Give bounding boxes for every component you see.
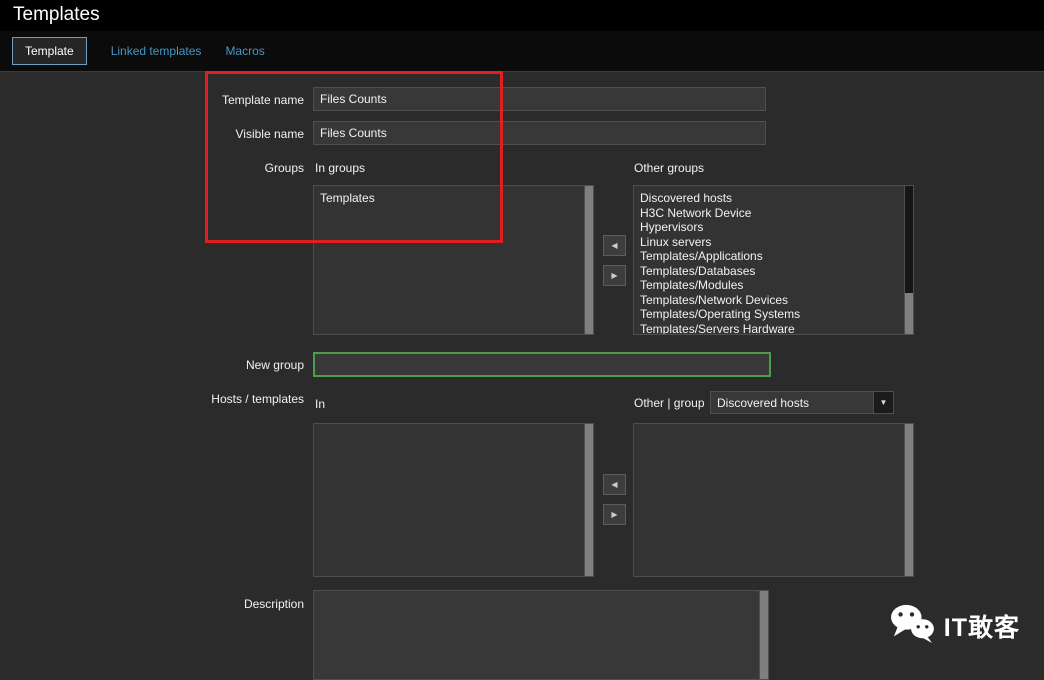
hosts-other-items [634, 424, 904, 576]
hosts-other-listbox[interactable] [633, 423, 914, 577]
hosts-in-items [314, 424, 584, 576]
description-textarea[interactable] [313, 590, 769, 680]
scrollbar-thumb[interactable] [905, 186, 913, 293]
hosts-other-group-label: Other | group [634, 396, 705, 410]
list-item[interactable]: Discovered hosts [640, 191, 898, 206]
list-item[interactable]: Linux servers [640, 235, 898, 250]
other-groups-label: Other groups [634, 161, 705, 175]
group-select-value: Discovered hosts [717, 395, 810, 410]
right-arrow-icon: ▶ [611, 510, 618, 519]
in-groups-items: Templates [314, 186, 584, 334]
tab-template[interactable]: Template [12, 37, 87, 65]
watermark: IT敢客 [889, 603, 1020, 648]
tab-macros[interactable]: Macros [225, 44, 264, 58]
tab-linked-templates[interactable]: Linked templates [111, 44, 202, 58]
groups-label: Groups [264, 161, 304, 175]
list-item[interactable]: H3C Network Device [640, 206, 898, 221]
hosts-move-right-button[interactable]: ▶ [603, 504, 626, 525]
other-groups-scrollbar[interactable] [904, 186, 913, 334]
description-label: Description [243, 597, 304, 611]
hosts-move-left-button[interactable]: ◀ [603, 474, 626, 495]
left-arrow-icon: ◀ [611, 480, 618, 489]
wechat-icon [889, 603, 935, 648]
list-item[interactable]: Templates/Servers Hardware [640, 322, 898, 335]
list-item[interactable]: Templates/Operating Systems [640, 307, 898, 322]
in-groups-label: In groups [315, 161, 366, 175]
in-groups-listbox[interactable]: Templates [313, 185, 594, 335]
left-arrow-icon: ◀ [611, 241, 618, 250]
list-item[interactable]: Templates/Modules [640, 278, 898, 293]
list-item[interactable]: Templates/Databases [640, 264, 898, 279]
groups-move-right-button[interactable]: ▶ [603, 265, 626, 286]
in-groups-scrollbar[interactable] [584, 186, 593, 334]
list-item[interactable]: Templates/Network Devices [640, 293, 898, 308]
hosts-other-scrollbar[interactable] [904, 424, 913, 576]
watermark-text: IT敢客 [943, 613, 1020, 642]
page-title: Templates [13, 4, 100, 25]
list-item[interactable]: Templates/Applications [640, 249, 898, 264]
visible-name-label: Visible name [235, 127, 304, 141]
template-name-label: Template name [221, 93, 304, 107]
other-groups-items: Discovered hosts H3C Network Device Hyperv… [634, 186, 904, 334]
other-groups-listbox[interactable]: Discovered hosts H3C Network Device Hyperv… [633, 185, 914, 335]
list-item[interactable]: Templates [320, 191, 578, 206]
list-item[interactable]: Hypervisors [640, 220, 898, 235]
groups-move-left-button[interactable]: ◀ [603, 235, 626, 256]
tab-bar: Template Linked templates Macros [0, 31, 1044, 72]
hosts-templates-label: Hosts / templates [211, 392, 304, 406]
hosts-in-listbox[interactable] [313, 423, 594, 577]
group-select[interactable]: Discovered hosts ▼ [710, 391, 894, 414]
visible-name-input[interactable] [313, 121, 766, 145]
new-group-label: New group [245, 358, 304, 372]
page-header: Templates [0, 0, 1044, 31]
template-name-input[interactable] [313, 87, 766, 111]
hosts-in-scrollbar[interactable] [584, 424, 593, 576]
dropdown-arrow-icon[interactable]: ▼ [873, 392, 893, 413]
right-arrow-icon: ▶ [611, 271, 618, 280]
new-group-input[interactable] [313, 352, 771, 377]
hosts-in-label: In [315, 397, 326, 411]
